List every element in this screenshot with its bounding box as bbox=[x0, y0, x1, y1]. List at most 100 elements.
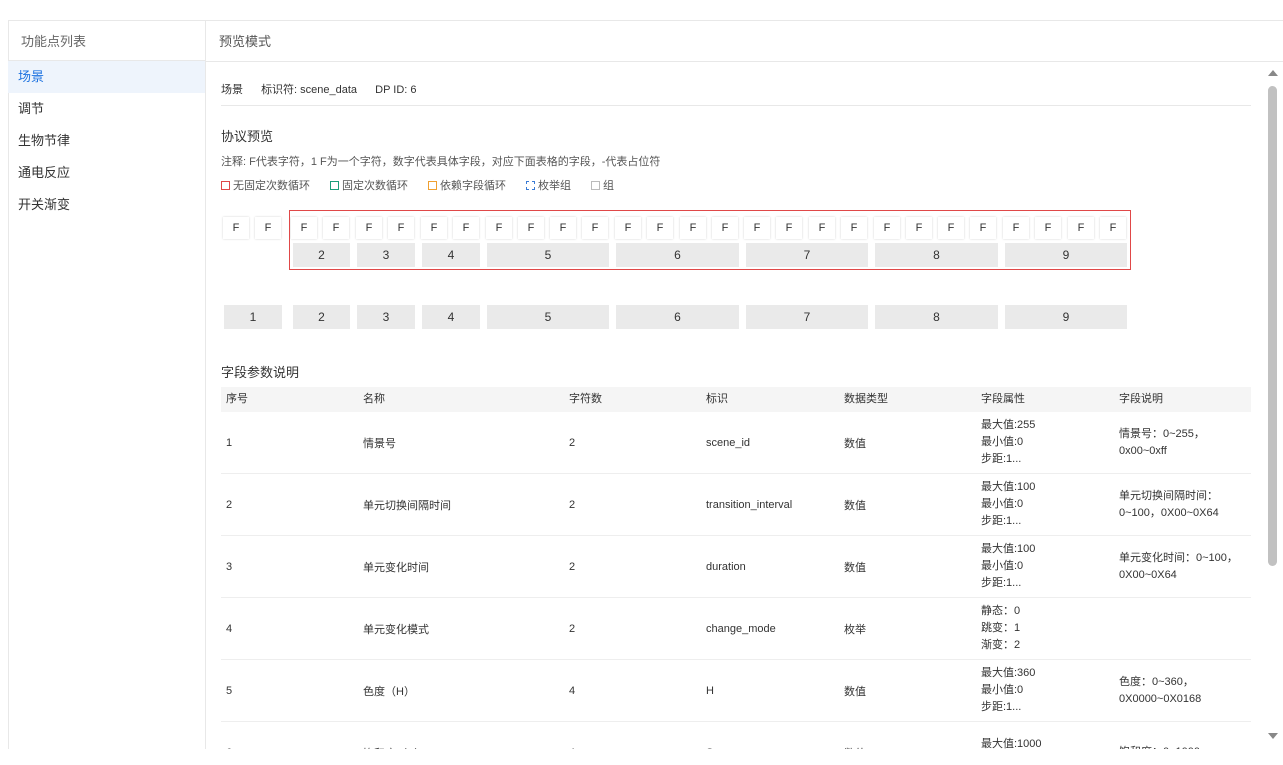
attribute-line: 最大值:100 bbox=[981, 543, 1036, 555]
table-header-cell: 字段属性 bbox=[981, 393, 1025, 405]
description-line: 色度：0~360， bbox=[1119, 675, 1194, 688]
description-line: 单元切换间隔时间： bbox=[1119, 489, 1218, 502]
row-no: 2 bbox=[226, 498, 233, 511]
description-line: 情景号：0~255， bbox=[1119, 427, 1205, 440]
dp-name: 场景 bbox=[221, 84, 243, 96]
protocol-preview-title: 协议预览 bbox=[221, 129, 274, 144]
row-identifier: scene_id bbox=[706, 436, 751, 449]
row-field-description: 单元切换间隔时间： 0~100，0X00~0X64 bbox=[1114, 488, 1251, 522]
attribute-line: 最大值:100 bbox=[981, 481, 1036, 493]
legend-swatch bbox=[330, 180, 339, 190]
row-data-type: 数值 bbox=[844, 437, 866, 450]
sidebar-item[interactable]: 生物节律 bbox=[8, 125, 205, 157]
sidebar-item[interactable]: 通电反应 bbox=[8, 157, 205, 189]
attribute-line: 最大值:360 bbox=[981, 667, 1036, 679]
row-identifier: change_mode bbox=[706, 622, 776, 635]
row-chars: 2 bbox=[569, 622, 576, 635]
field-segment: 4 bbox=[422, 305, 480, 329]
field-params-title: 字段参数说明 bbox=[221, 365, 300, 380]
table-header-cell: 标识 bbox=[706, 393, 728, 405]
legend-item: 无固定次数循环 bbox=[221, 177, 310, 193]
row-field-attributes: 最大值:360 最小值:0 步距:1... bbox=[976, 665, 1114, 716]
preview-content: 场景 标识符: scene_data DP ID: 6 协议预览 注释: F代表… bbox=[206, 62, 1264, 749]
attribute-line: 步距:1... bbox=[981, 577, 1022, 589]
scroll-up-arrow-icon[interactable] bbox=[1268, 70, 1278, 76]
field-segment: 3 bbox=[357, 305, 415, 329]
dp-info-line: 场景 标识符: scene_data DP ID: 6 bbox=[221, 81, 432, 97]
row-no: 4 bbox=[226, 622, 233, 635]
table-row: 3 单元变化时间 2 duration 数值 最大值:100 最小值:0 步距:1... 单元变… bbox=[221, 536, 1251, 598]
attribute-line: 步距:1... bbox=[981, 515, 1022, 527]
legend-label: 无固定次数循环 bbox=[233, 180, 310, 192]
row-data-type: 数值 bbox=[844, 685, 866, 698]
field-segment: 2 bbox=[293, 305, 350, 329]
description-line: 0X0000~0X0168 bbox=[1119, 692, 1202, 705]
attribute-line: 最大值:1000 bbox=[981, 737, 1042, 750]
attribute-line: 步距:1... bbox=[981, 701, 1022, 713]
function-list-sidebar: 功能点列表 场景 调节 生物节律 通电反应 开关渐变 bbox=[8, 20, 206, 749]
legend-swatch bbox=[526, 180, 535, 190]
row-identifier: transition_interval bbox=[706, 498, 793, 511]
row-no: 1 bbox=[226, 436, 233, 449]
table-row: 2 单元切换间隔时间 2 transition_interval 数值 最大值:100 最小… bbox=[221, 474, 1251, 536]
description-line: 单元变化时间：0~100， bbox=[1119, 551, 1238, 564]
row-identifier: H bbox=[706, 684, 714, 697]
sidebar-item[interactable]: 调节 bbox=[8, 93, 205, 125]
sidebar-item[interactable]: 场景 bbox=[8, 61, 205, 93]
row-name: 饱和度（S） bbox=[358, 745, 564, 750]
divider bbox=[221, 105, 1251, 106]
row-name: 单元切换间隔时间 bbox=[363, 499, 451, 512]
row-field-attributes: 最大值:255 最小值:0 步距:1... bbox=[976, 417, 1114, 468]
row-no: 3 bbox=[226, 560, 233, 573]
table-header: 序号 名称 字符数 标识 数据类型 字段属性 字段说明 bbox=[221, 387, 1251, 412]
table-row: 6饱和度（S）4S数值最大值:1000最小值:0 饱和度：0~1000， bbox=[221, 722, 1251, 750]
row-no: 5 bbox=[226, 684, 233, 697]
row-data-type: 数值 bbox=[844, 499, 866, 512]
dp-id: DP ID: 6 bbox=[375, 84, 417, 96]
row-name: 单元变化模式 bbox=[363, 623, 429, 636]
row-data-type: 数值 bbox=[844, 561, 866, 574]
legend-swatch bbox=[591, 180, 600, 190]
field-params-table: 序号 名称 字符数 标识 数据类型 字段属性 字段说明 1 情景号 2 scene_id 数值 最大值… bbox=[221, 387, 1251, 749]
scrollbar-thumb[interactable] bbox=[1268, 86, 1277, 566]
row-field-description: 饱和度：0~1000， bbox=[1114, 744, 1251, 749]
table-row: 4 单元变化模式 2 change_mode 枚举 静态：0 跳变：1 渐变：2 bbox=[221, 598, 1251, 660]
attribute-line: 渐变：2 bbox=[981, 639, 1021, 651]
row-no: 6 bbox=[221, 747, 358, 750]
legend-label: 组 bbox=[603, 180, 614, 192]
row-name: 色度（H） bbox=[363, 685, 415, 698]
scroll-down-arrow-icon[interactable] bbox=[1268, 733, 1278, 739]
loop-field-segment: 9 bbox=[1005, 243, 1127, 267]
row-chars: 4 bbox=[569, 684, 576, 697]
field-segment: 9 bbox=[1005, 305, 1127, 329]
row-chars: 2 bbox=[569, 436, 576, 449]
vertical-scrollbar[interactable] bbox=[1264, 62, 1282, 749]
loop-legend: 无固定次数循环 固定次数循环 依赖字段循环 枚举组 组 bbox=[221, 177, 634, 193]
f-char-cell: F bbox=[255, 217, 281, 239]
loop-field-segment: 4 bbox=[422, 243, 480, 267]
attribute-line: 最小值:0 bbox=[981, 560, 1024, 572]
legend-swatch bbox=[428, 180, 437, 190]
row-field-description: 情景号：0~255， 0x00~0xff bbox=[1114, 426, 1251, 460]
row-identifier: duration bbox=[706, 560, 746, 573]
sidebar-header: 功能点列表 bbox=[8, 20, 205, 61]
legend-item: 固定次数循环 bbox=[330, 177, 408, 193]
row-data-type: 枚举 bbox=[844, 623, 866, 636]
table-header-cell: 数据类型 bbox=[844, 393, 888, 405]
description-line: 0X00~0X64 bbox=[1119, 568, 1177, 581]
loop-field-segment: 8 bbox=[875, 243, 998, 267]
row-chars: 2 bbox=[569, 560, 576, 573]
table-row: 5 色度（H） 4 H 数值 最大值:360 最小值:0 步距:1... 色度：0~360， 0X… bbox=[221, 660, 1251, 722]
protocol-note: 注释: F代表字符，1 F为一个字符，数字代表具体字段，对应下面表格的字段，-代… bbox=[221, 156, 661, 168]
preview-mode-header: 预览模式 bbox=[206, 20, 1283, 62]
attribute-line: 最小值:0 bbox=[981, 684, 1024, 696]
attribute-line: 步距:1... bbox=[981, 453, 1022, 465]
table-row: 1 情景号 2 scene_id 数值 最大值:255 最小值:0 步距:1... 情景号：0~… bbox=[221, 412, 1251, 474]
sidebar-item[interactable]: 开关渐变 bbox=[8, 189, 205, 221]
field-segment: 7 bbox=[746, 305, 868, 329]
attribute-line: 最大值:255 bbox=[981, 419, 1036, 431]
table-header-cell: 字符数 bbox=[569, 393, 602, 405]
row-field-attributes: 最大值:1000最小值:0 bbox=[976, 736, 1114, 750]
loop-field-segment: 7 bbox=[746, 243, 868, 267]
field-segment: 6 bbox=[616, 305, 739, 329]
